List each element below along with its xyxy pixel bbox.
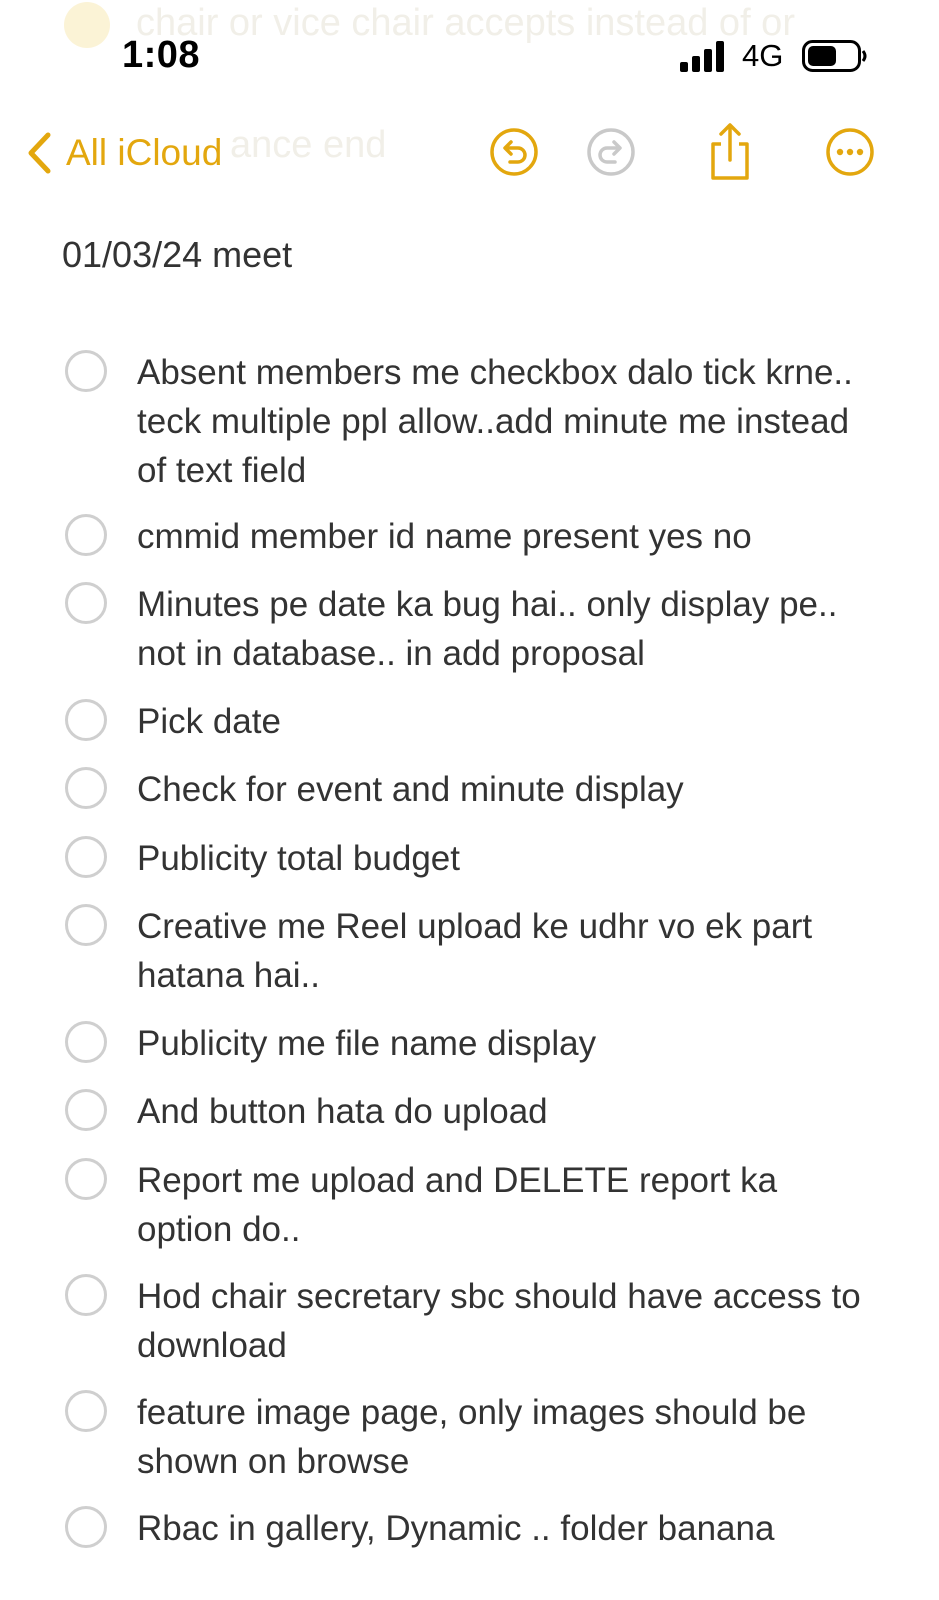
checklist-item-text[interactable]: Publicity total budget — [137, 834, 877, 883]
back-button[interactable]: All iCloud — [26, 128, 222, 178]
checklist-item-text[interactable]: Creative me Reel upload ke udhr vo ek pa… — [137, 902, 877, 1000]
checklist-item-text[interactable]: cmmid member id name present yes no — [137, 512, 877, 561]
checklist-item-text[interactable]: feature image page, only images should b… — [137, 1388, 877, 1486]
checkbox-circle[interactable] — [65, 1089, 107, 1131]
checklist-item-text[interactable]: Check for event and minute display — [137, 765, 877, 814]
share-icon — [711, 123, 749, 180]
cellular-signal-icon — [680, 41, 724, 72]
checkbox-circle[interactable] — [65, 904, 107, 946]
checkbox-circle[interactable] — [65, 1506, 107, 1548]
checkbox-circle[interactable] — [65, 582, 107, 624]
checklist-item-text[interactable]: Absent members me checkbox dalo tick krn… — [137, 348, 877, 495]
checkbox-circle[interactable] — [65, 767, 107, 809]
back-label: All iCloud — [66, 132, 223, 173]
checkbox-circle[interactable] — [65, 836, 107, 878]
checkbox-circle[interactable] — [65, 514, 107, 556]
checkbox-circle[interactable] — [65, 1021, 107, 1063]
checklist-item-text[interactable]: Pick date — [137, 697, 877, 746]
undo-icon — [490, 128, 538, 176]
checklist-item-text[interactable]: Publicity me file name display — [137, 1019, 877, 1068]
chevron-left-icon — [28, 132, 51, 174]
checkbox-circle[interactable] — [65, 350, 107, 392]
checklist-item-text[interactable]: And button hata do upload — [137, 1087, 877, 1136]
network-type: 4G — [742, 38, 784, 73]
checkbox-circle[interactable] — [65, 1390, 107, 1432]
checkbox-circle[interactable] — [65, 1274, 107, 1316]
redo-icon — [587, 128, 635, 176]
checklist-item-text[interactable]: Rbac in gallery, Dynamic .. folder banan… — [137, 1504, 877, 1553]
more-button[interactable] — [822, 124, 878, 180]
status-bar: 1:08 4G — [0, 0, 939, 110]
checklist-item-text[interactable]: Hod chair secretary sbc should have acce… — [137, 1272, 877, 1370]
battery-icon — [802, 40, 867, 72]
status-time: 1:08 — [122, 34, 201, 76]
undo-button[interactable] — [486, 124, 542, 180]
redo-button[interactable] — [583, 124, 639, 180]
checklist-item-text[interactable]: Report me upload and DELETE report ka op… — [137, 1156, 877, 1254]
share-button[interactable] — [702, 123, 758, 180]
checklist-item-text[interactable]: Minutes pe date ka bug hai.. only displa… — [137, 580, 877, 678]
checkbox-circle[interactable] — [65, 1158, 107, 1200]
more-icon — [826, 128, 874, 176]
notes-toolbar: All iCloud — [0, 110, 939, 200]
checkbox-circle[interactable] — [65, 699, 107, 741]
note-title[interactable]: 01/03/24 meet — [62, 234, 292, 276]
